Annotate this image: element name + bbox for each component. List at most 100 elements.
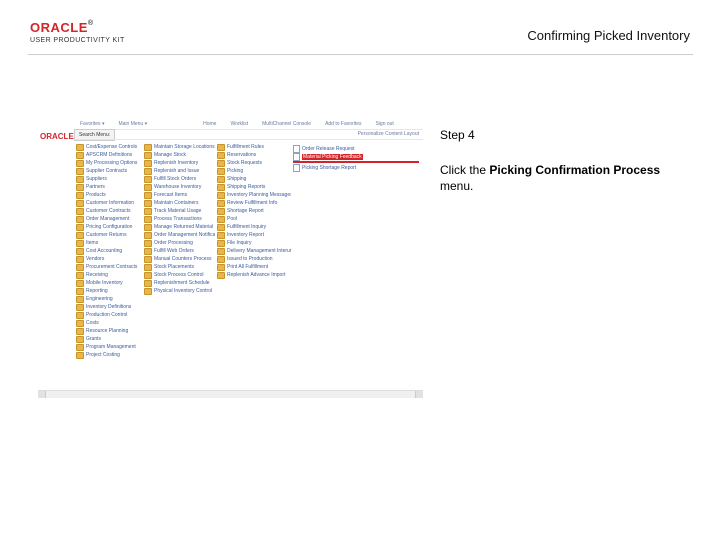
menu-item[interactable]: Fulfill Stock Orders bbox=[144, 175, 211, 183]
menu-item[interactable]: Order Management Notification bbox=[144, 231, 211, 239]
folder-icon bbox=[144, 224, 152, 231]
menu-item[interactable]: APSCRM Definitions bbox=[76, 151, 138, 159]
menu-item[interactable]: Inventory Report bbox=[217, 231, 287, 239]
menu-item[interactable]: Maintain Storage Locations bbox=[144, 143, 211, 151]
menu-item-label: Replenishment Schedule bbox=[154, 280, 210, 286]
app-header-tab[interactable]: Home bbox=[203, 121, 216, 127]
menu-item[interactable]: Picking bbox=[217, 167, 287, 175]
menu-item[interactable]: Customer Information bbox=[76, 199, 138, 207]
folder-icon bbox=[76, 312, 84, 319]
menu-item[interactable]: Cost/Expense Controls bbox=[76, 143, 138, 151]
menu-item[interactable]: Project Costing bbox=[76, 351, 138, 359]
menu-item[interactable]: Supplier Contracts bbox=[76, 167, 138, 175]
menu-item[interactable]: Partners bbox=[76, 183, 138, 191]
folder-icon bbox=[76, 176, 84, 183]
menu-item[interactable]: Resource Planning bbox=[76, 327, 138, 335]
menu-item[interactable]: Program Management bbox=[76, 343, 138, 351]
menu-item[interactable]: Shipping Reports bbox=[217, 183, 287, 191]
menu-item[interactable]: Fulfill Web Orders bbox=[144, 247, 211, 255]
menu-item[interactable]: Physical Inventory Control bbox=[144, 287, 211, 295]
menu-item[interactable]: Production Control bbox=[76, 311, 138, 319]
menu-item[interactable]: Replenishment Schedule bbox=[144, 279, 211, 287]
menu-item[interactable]: Process Transactions bbox=[144, 215, 211, 223]
menu-item[interactable]: Customer Contracts bbox=[76, 207, 138, 215]
menu-item[interactable]: Warehouse Inventory bbox=[144, 183, 211, 191]
menu-item-label: Stock Requests bbox=[227, 160, 262, 166]
app-header-tab[interactable]: Favorites ▾ bbox=[80, 121, 104, 127]
menu-column-2: Fulfillment RulesReservationsStock Reque… bbox=[215, 141, 291, 388]
menu-item[interactable]: Mobile Inventory bbox=[76, 279, 138, 287]
folder-icon bbox=[76, 200, 84, 207]
menu-item[interactable]: Manage Stock bbox=[144, 151, 211, 159]
menu-item[interactable]: Pricing Configuration bbox=[76, 223, 138, 231]
menu-item[interactable]: Maintain Containers bbox=[144, 199, 211, 207]
app-header-tab[interactable]: MultiChannel Console bbox=[262, 121, 311, 127]
menu-item[interactable]: File Inquiry bbox=[217, 239, 287, 247]
menu-item-label: Project Costing bbox=[86, 352, 120, 358]
menu-item[interactable]: Review Fulfillment Info bbox=[217, 199, 287, 207]
menu-item[interactable]: Inventory Definitions bbox=[76, 303, 138, 311]
menu-item[interactable]: Manual Counters Process bbox=[144, 255, 211, 263]
folder-icon bbox=[76, 144, 84, 151]
menu-item[interactable]: Suppliers bbox=[76, 175, 138, 183]
menu-item[interactable]: Products bbox=[76, 191, 138, 199]
menu-item[interactable]: Order Release Request bbox=[293, 145, 419, 153]
menu-column-0: Cost/Expense ControlsAPSCRM DefinitionsM… bbox=[74, 141, 142, 388]
folder-icon bbox=[144, 176, 152, 183]
menu-item[interactable]: Procurement Contracts bbox=[76, 263, 138, 271]
menu-item[interactable]: Fulfillment Inquiry bbox=[217, 223, 287, 231]
menu-item[interactable]: Items bbox=[76, 239, 138, 247]
menu-item[interactable]: Shipping bbox=[217, 175, 287, 183]
menu-item[interactable]: Delivery Management Interunit bbox=[217, 247, 287, 255]
menu-item[interactable]: Receiving bbox=[76, 271, 138, 279]
folder-icon bbox=[217, 176, 225, 183]
menu-item[interactable]: Print All Fulfillment bbox=[217, 263, 287, 271]
menu-item[interactable]: Costs bbox=[76, 319, 138, 327]
menu-item[interactable]: Replenish Advance Import bbox=[217, 271, 287, 279]
folder-icon bbox=[144, 144, 152, 151]
menu-item-label: Picking bbox=[227, 168, 243, 174]
menu-item[interactable]: Cost Accounting bbox=[76, 247, 138, 255]
app-header-tab[interactable]: Main Menu ▾ bbox=[118, 121, 147, 127]
menu-item[interactable]: Customer Returns bbox=[76, 231, 138, 239]
folder-icon bbox=[76, 240, 84, 247]
menu-item[interactable]: Vendors bbox=[76, 255, 138, 263]
menu-item-label: Shipping Reports bbox=[227, 184, 265, 190]
folder-icon bbox=[217, 232, 225, 239]
menu-item[interactable]: Engineering bbox=[76, 295, 138, 303]
menu-item-picking-confirmation[interactable]: Material Picking Feedback bbox=[293, 153, 419, 161]
menu-item[interactable]: Order Management bbox=[76, 215, 138, 223]
menu-item[interactable]: Grants bbox=[76, 335, 138, 343]
menu-item[interactable]: Fulfillment Rules bbox=[217, 143, 287, 151]
folder-icon bbox=[144, 272, 152, 279]
menu-item[interactable]: Forecast Items bbox=[144, 191, 211, 199]
menu-column-1: Maintain Storage LocationsManage StockRe… bbox=[142, 141, 215, 388]
folder-icon bbox=[144, 264, 152, 271]
menu-item[interactable]: Inventory Planning Messages bbox=[217, 191, 287, 199]
menu-item[interactable]: Replenish Inventory bbox=[144, 159, 211, 167]
menu-item[interactable]: Reservations bbox=[217, 151, 287, 159]
menu-item-label: Cost/Expense Controls bbox=[86, 144, 137, 150]
menu-item[interactable]: Stock Process Control bbox=[144, 271, 211, 279]
menu-item-label: Material Picking Feedback bbox=[302, 154, 363, 160]
app-header-tab[interactable]: Sign out bbox=[375, 121, 393, 127]
menu-item[interactable]: Manage Returned Material bbox=[144, 223, 211, 231]
app-header-tab[interactable]: Worklist bbox=[230, 121, 248, 127]
header-divider bbox=[28, 54, 693, 55]
menu-item[interactable]: My Processing Options bbox=[76, 159, 138, 167]
menu-item[interactable]: Issued to Production bbox=[217, 255, 287, 263]
menu-item[interactable]: Stock Requests bbox=[217, 159, 287, 167]
menu-item[interactable]: Shortage Report bbox=[217, 207, 287, 215]
menu-item[interactable]: Reporting bbox=[76, 287, 138, 295]
menu-item[interactable]: Replenish and Issue bbox=[144, 167, 211, 175]
menu-item[interactable]: Order Processing bbox=[144, 239, 211, 247]
menu-item[interactable]: Track Material Usage bbox=[144, 207, 211, 215]
menu-item-label: Manage Returned Material bbox=[154, 224, 213, 230]
menu-item[interactable]: Picking Shortage Report bbox=[293, 164, 419, 172]
app-header-tab[interactable]: Add to Favorites bbox=[325, 121, 361, 127]
horizontal-scrollbar[interactable] bbox=[38, 390, 423, 398]
menu-item-label: Delivery Management Interunit bbox=[227, 248, 291, 254]
menu-item[interactable]: Stock Placements bbox=[144, 263, 211, 271]
menu-item[interactable]: Pool bbox=[217, 215, 287, 223]
menu-item-label: Customer Returns bbox=[86, 232, 127, 238]
